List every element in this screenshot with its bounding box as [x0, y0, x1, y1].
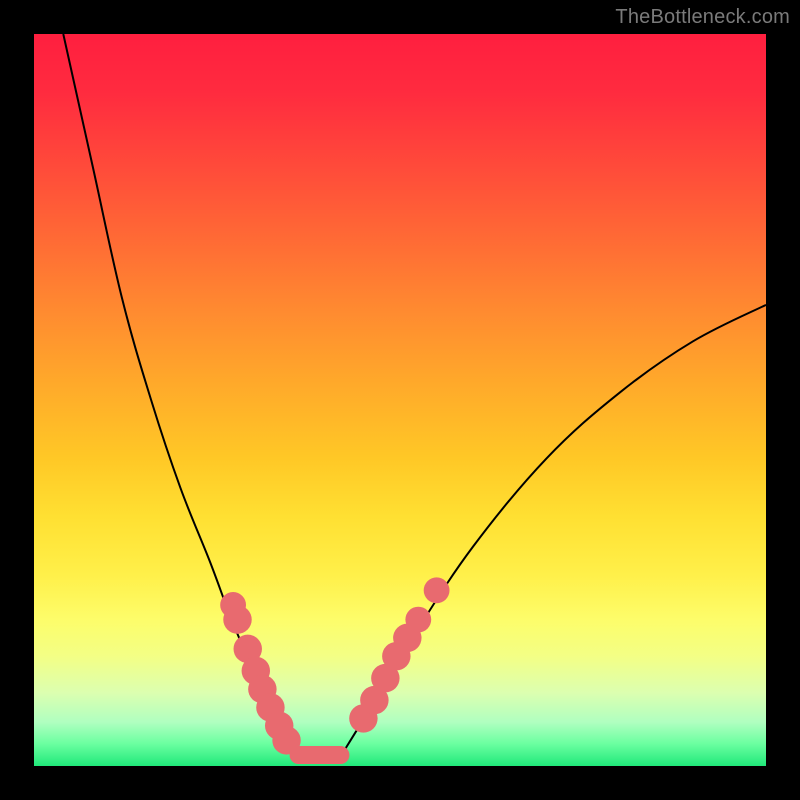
marker-dots: [220, 577, 449, 754]
right-curve: [341, 305, 766, 755]
marker-dot: [424, 577, 450, 603]
left-curve: [63, 34, 297, 755]
plot-area: [34, 34, 766, 766]
marker-dot: [272, 726, 300, 754]
chart-svg: [34, 34, 766, 766]
watermark-label: TheBottleneck.com: [615, 6, 790, 29]
marker-dot: [405, 607, 431, 633]
chart-frame: TheBottleneck.com: [0, 0, 800, 800]
marker-dot: [223, 605, 251, 633]
flat-segment: [290, 746, 350, 764]
